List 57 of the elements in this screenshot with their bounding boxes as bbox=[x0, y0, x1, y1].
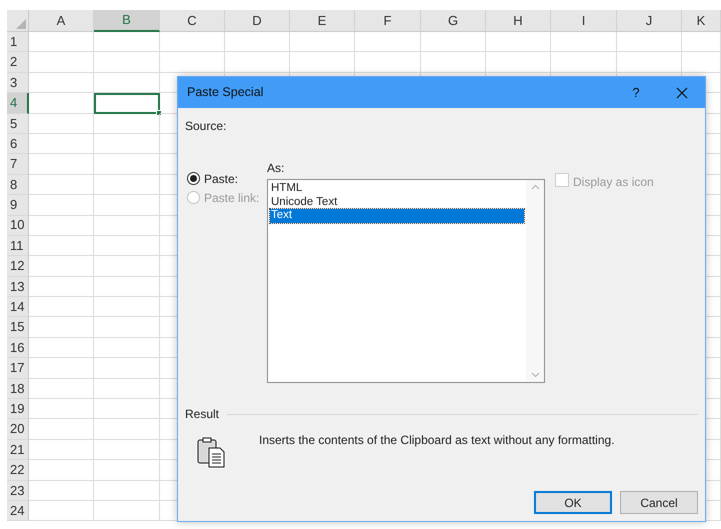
row-header[interactable]: 12 bbox=[7, 256, 29, 277]
row-header[interactable]: 20 bbox=[7, 419, 29, 440]
close-icon bbox=[676, 86, 688, 98]
row-header[interactable]: 18 bbox=[7, 378, 29, 400]
row-header[interactable]: 11 bbox=[7, 236, 29, 256]
row-header[interactable]: 7 bbox=[7, 154, 29, 175]
row-header[interactable]: 4 bbox=[7, 93, 29, 114]
column-header[interactable]: D bbox=[225, 10, 290, 32]
active-cell[interactable] bbox=[94, 93, 160, 114]
row-header[interactable]: 9 bbox=[7, 195, 29, 216]
triangle-icon bbox=[16, 19, 26, 29]
scroll-up-icon[interactable] bbox=[530, 184, 540, 190]
clipboard-icon bbox=[197, 437, 226, 468]
column-header[interactable]: A bbox=[29, 10, 94, 32]
fill-handle[interactable] bbox=[156, 110, 162, 116]
as-label: As: bbox=[267, 160, 284, 177]
column-header[interactable]: K bbox=[682, 10, 721, 32]
help-button[interactable]: ? bbox=[613, 82, 659, 102]
result-label: Result bbox=[185, 406, 220, 423]
source-label: Source: bbox=[185, 118, 226, 135]
checkbox-label: Display as icon bbox=[573, 174, 654, 191]
row-header[interactable]: 14 bbox=[7, 297, 29, 318]
row-header[interactable]: 21 bbox=[7, 440, 29, 460]
row-header[interactable]: 17 bbox=[7, 358, 29, 379]
column-header[interactable]: I bbox=[551, 10, 617, 32]
column-header[interactable]: G bbox=[421, 10, 486, 32]
column-header[interactable]: H bbox=[486, 10, 551, 32]
column-header[interactable]: J bbox=[617, 10, 682, 32]
row-header[interactable]: 5 bbox=[7, 114, 29, 134]
row-header[interactable]: 8 bbox=[7, 174, 29, 196]
row-header[interactable]: 6 bbox=[7, 134, 29, 154]
list-item[interactable]: Text bbox=[270, 209, 524, 222]
row-header[interactable]: 1 bbox=[7, 32, 29, 52]
row-header[interactable]: 2 bbox=[7, 52, 29, 73]
row-header[interactable]: 22 bbox=[7, 460, 29, 481]
radio-option[interactable]: Paste: bbox=[187, 169, 267, 188]
row-header[interactable]: 16 bbox=[7, 338, 29, 358]
column-header[interactable]: C bbox=[160, 10, 225, 32]
scroll-down-icon[interactable] bbox=[530, 372, 540, 378]
result-description: Inserts the contents of the Clipboard as text without any formatting. bbox=[259, 432, 615, 449]
dialog-button[interactable]: Cancel bbox=[620, 491, 698, 514]
list-item[interactable]: Unicode Text bbox=[270, 196, 524, 209]
column-header[interactable]: B bbox=[94, 10, 160, 32]
dialog-button[interactable]: OK bbox=[534, 491, 612, 514]
row-header[interactable]: 13 bbox=[7, 276, 29, 298]
row-header[interactable]: 15 bbox=[7, 317, 29, 338]
select-all-corner[interactable] bbox=[7, 10, 29, 32]
row-header[interactable]: 19 bbox=[7, 399, 29, 420]
column-header[interactable]: F bbox=[355, 10, 421, 32]
list-item[interactable]: HTML bbox=[270, 182, 524, 196]
row-header[interactable]: 24 bbox=[7, 500, 29, 522]
row-header[interactable]: 23 bbox=[7, 480, 29, 501]
row-header[interactable]: 10 bbox=[7, 216, 29, 236]
column-header[interactable]: E bbox=[290, 10, 355, 32]
row-header[interactable]: 3 bbox=[7, 72, 29, 94]
scrollbar[interactable] bbox=[526, 180, 544, 382]
dialog-title: Paste Special bbox=[187, 84, 264, 102]
